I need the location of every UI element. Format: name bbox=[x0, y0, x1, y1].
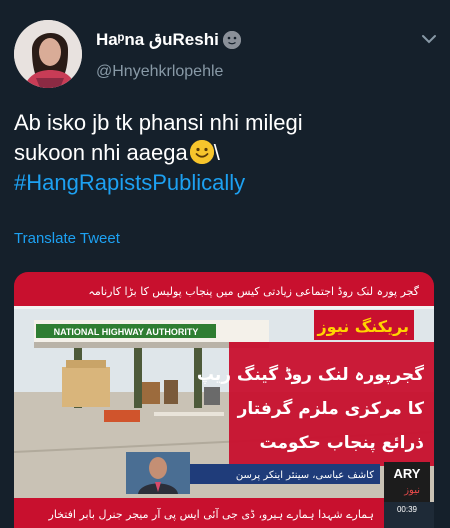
tweet-line-1: Ab isko jb tk phansi nhi milegi bbox=[14, 110, 303, 135]
translate-tweet-link[interactable]: Translate Tweet bbox=[14, 230, 120, 247]
smiling-face-emoji-icon bbox=[189, 140, 214, 164]
tweet-line-2: sukoon nhi aaega \ bbox=[14, 138, 434, 168]
news-broadcast-frame: گجر پورہ لنک روڈ اجتماعی زیادتی کیس میں … bbox=[14, 272, 434, 528]
clock-time: 00:39 bbox=[397, 505, 418, 514]
tweet-text: Ab isko jb tk phansi nhi milegi sukoon n… bbox=[14, 108, 434, 198]
top-strip-text: گجر پورہ لنک روڈ اجتماعی زیادتی کیس میں … bbox=[88, 285, 419, 298]
channel-logo: ARY bbox=[394, 466, 421, 481]
tweet-line-2-suffix: \ bbox=[213, 140, 220, 165]
tweet-line-2-text: sukoon nhi aaega bbox=[14, 140, 188, 165]
breaking-news-tag: بریکنگ نیوز bbox=[316, 317, 409, 336]
channel-logo-subtitle: نیوز bbox=[403, 485, 420, 496]
reporter-caption: کاشف عباسی، سینئر اینکر پرسن bbox=[236, 470, 374, 481]
tweet-media-image[interactable]: گجر پورہ لنک روڈ اجتماعی زیادتی کیس میں … bbox=[14, 272, 434, 528]
neutral-face-emoji-icon bbox=[222, 31, 241, 49]
highway-authority-sign: NATIONAL HIGHWAY AUTHORITY bbox=[54, 327, 199, 337]
headline-line-1: گجرپورہ لنک روڈ گینگ ریپ bbox=[197, 364, 424, 385]
profile-photo bbox=[14, 20, 82, 88]
headline-line-2: کا مرکزی ملزم گرفتار bbox=[237, 398, 424, 419]
news-ticker: ہمارے شہدا ہمارے ہیرو، ڈی جی آئی ایس پی … bbox=[48, 507, 374, 521]
display-name[interactable]: Haᵖna قuReshi bbox=[96, 30, 241, 50]
headline-line-3: ذرائع پنجاب حکومت bbox=[259, 433, 424, 453]
user-handle[interactable]: @Hnyehkrlopehle bbox=[96, 63, 223, 81]
hashtag-link[interactable]: #HangRapistsPublically bbox=[14, 168, 434, 198]
display-name-text: Haᵖna قuReshi bbox=[96, 30, 219, 49]
avatar[interactable] bbox=[14, 20, 82, 88]
chevron-down-icon[interactable] bbox=[420, 30, 438, 48]
